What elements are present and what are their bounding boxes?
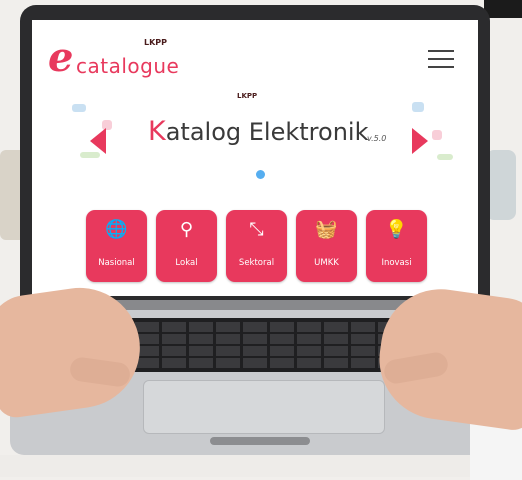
laptop-hinge bbox=[80, 300, 440, 310]
location-globe-icon: ⚲ bbox=[179, 219, 194, 240]
logo-lkpp-mark: LKPP bbox=[144, 38, 168, 47]
category-label: Inovasi bbox=[381, 258, 412, 268]
hero-title-rest: atalog Elektronik bbox=[165, 118, 369, 146]
hamburger-icon-line bbox=[428, 58, 454, 60]
desk-surface bbox=[0, 455, 522, 477]
hero-lkpp-mark: LKPP bbox=[237, 92, 258, 100]
basket-icon: 🧺 bbox=[315, 219, 338, 240]
category-label: Sektoral bbox=[238, 258, 275, 268]
chevron-right-icon[interactable] bbox=[412, 128, 428, 154]
expand-icon: ⤡ bbox=[249, 219, 264, 240]
background-cup bbox=[486, 150, 516, 220]
hero-title-k: K bbox=[148, 116, 166, 147]
background-lamp bbox=[484, 0, 522, 18]
category-tile-lokal[interactable]: ⚲ Lokal bbox=[156, 210, 217, 282]
hero-title: Katalog Elektronik bbox=[148, 116, 368, 147]
category-label: UMKK bbox=[314, 258, 339, 268]
globe-icon: 🌐 bbox=[105, 219, 128, 240]
laptop-notch bbox=[210, 437, 310, 445]
hamburger-icon-line bbox=[428, 66, 454, 68]
hamburger-icon bbox=[428, 50, 454, 52]
category-tile-nasional[interactable]: 🌐 Nasional bbox=[86, 210, 147, 282]
hero-version: v.5.0 bbox=[367, 134, 387, 143]
carousel-dot-active[interactable] bbox=[256, 170, 265, 179]
chevron-left-icon[interactable] bbox=[90, 128, 106, 154]
lightbulb-icon: 💡 bbox=[385, 219, 408, 240]
hero-banner: LKPP Katalog Elektronik v.5.0 bbox=[32, 90, 478, 190]
category-tile-sektoral[interactable]: ⤡ Sektoral bbox=[226, 210, 287, 282]
category-tile-inovasi[interactable]: 💡 Inovasi bbox=[366, 210, 427, 282]
laptop-screen: e catalogue LKPP LKPP Katalog Elektronik… bbox=[32, 20, 478, 296]
category-tile-umkk[interactable]: 🧺 UMKK bbox=[296, 210, 357, 282]
hamburger-menu-button[interactable] bbox=[428, 50, 454, 68]
category-label: Nasional bbox=[98, 258, 135, 268]
category-label: Lokal bbox=[175, 258, 198, 268]
logo-text: catalogue bbox=[76, 54, 180, 78]
trackpad bbox=[143, 380, 385, 434]
logo-e-letter: e bbox=[48, 34, 74, 81]
